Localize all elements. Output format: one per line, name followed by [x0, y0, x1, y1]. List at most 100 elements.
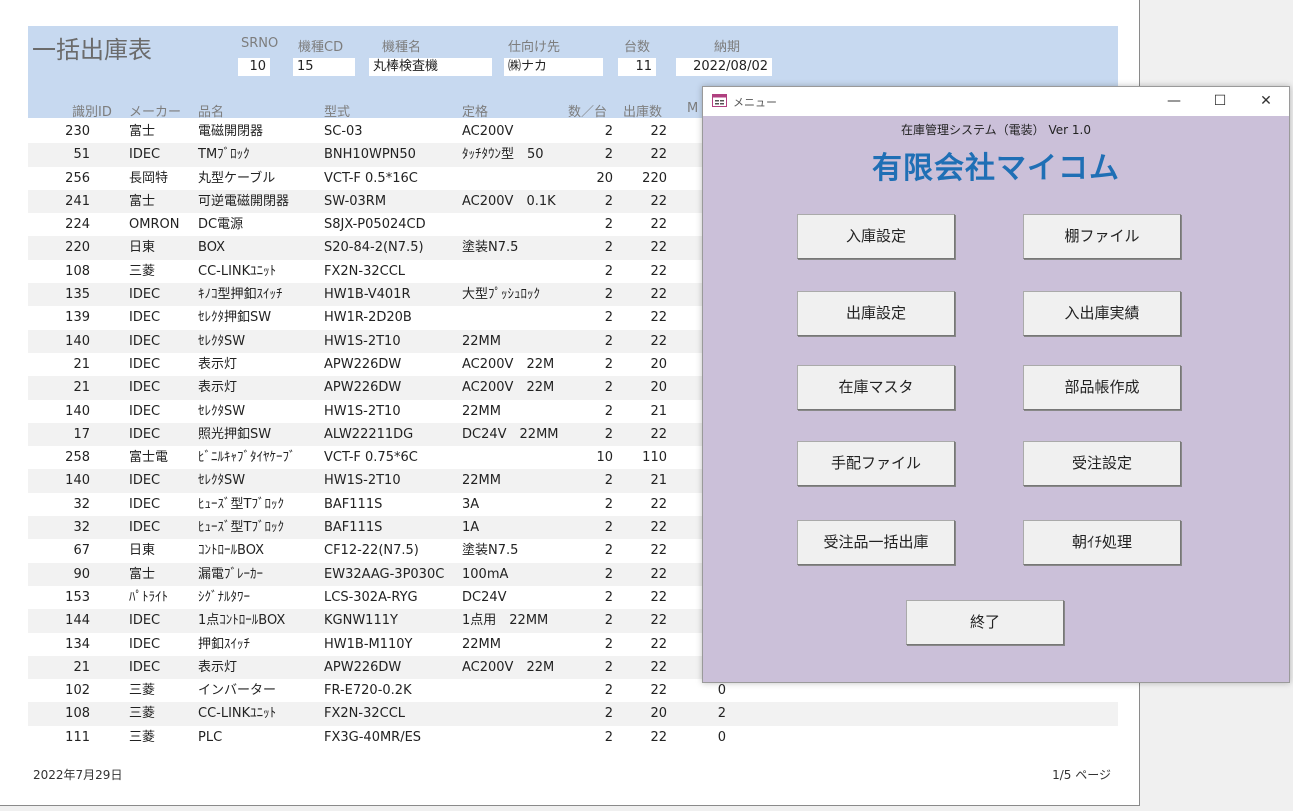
cell-id: 230 [65, 124, 90, 139]
menu-subtitle: 在庫管理システム（電装） Ver 1.0 [901, 123, 1091, 137]
cell-out-qty: 21 [650, 403, 667, 419]
cell-part: 表示灯 [198, 380, 238, 396]
cell-out-qty: 22 [650, 147, 667, 163]
cell-model: S8JX-P05024CD [324, 217, 426, 233]
model-cd-label: 機種CD [298, 40, 344, 55]
cell-maker: 長岡特 [129, 170, 169, 186]
col-head-id: 識別ID [72, 105, 112, 120]
cell-rating: 塗装N7.5 [462, 240, 519, 256]
cell-rating: 1点用 22MM [462, 613, 549, 629]
cell-id: 21 [73, 659, 90, 675]
exit-button[interactable]: 終了 [906, 600, 1064, 645]
cell-qty-per: 10 [596, 450, 613, 466]
cell-model: LCS-302A-RYG [324, 589, 418, 605]
cell-model: SW-03RM [324, 193, 387, 209]
bulk-ship-button[interactable]: 受注品一括出庫 [797, 520, 955, 565]
cell-out-qty: 110 [642, 450, 667, 466]
cell-part: ｷﾉｺ型押釦ｽｲｯﾁ [198, 287, 283, 303]
cell-maker: IDEC [129, 613, 161, 629]
cell-model: VCT-F 0.5*16C [324, 170, 418, 186]
minimize-icon[interactable]: — [1151, 87, 1197, 116]
cell-id: 90 [73, 566, 90, 582]
units-value: 11 [618, 58, 656, 76]
cell-m: 0 [717, 729, 726, 745]
cell-out-qty: 22 [650, 613, 667, 629]
cell-id: 102 [65, 683, 90, 699]
io-results-button[interactable]: 入出庫実績 [1023, 291, 1181, 336]
cell-maker: IDEC [129, 426, 161, 442]
cell-maker: IDEC [129, 333, 161, 349]
cell-rating: 22MM [462, 333, 501, 349]
cell-part: ﾋﾞﾆﾙｷｬﾌﾞﾀｲﾔｹｰﾌﾞ [198, 450, 296, 466]
stock-master-button[interactable]: 在庫マスタ [797, 365, 955, 410]
cell-id: 32 [73, 496, 90, 512]
company-name: 有限会社マイコム [872, 151, 1120, 186]
cell-out-qty: 22 [650, 217, 667, 233]
order-settings-button[interactable]: 受注設定 [1023, 441, 1181, 486]
cell-part: BOX [198, 240, 225, 256]
cell-qty-per: 2 [604, 403, 613, 419]
order-file-button[interactable]: 手配ファイル [797, 441, 955, 486]
parts-book-button[interactable]: 部品帳作成 [1023, 365, 1181, 410]
cell-model: APW226DW [324, 356, 402, 372]
cell-id: 108 [65, 706, 90, 722]
cell-part: インバーター [198, 683, 277, 699]
cell-model: FX3G-40MR/ES [324, 729, 422, 745]
cell-qty-per: 2 [604, 589, 613, 605]
receiving-settings-button[interactable]: 入庫設定 [797, 214, 955, 259]
cell-qty-per: 2 [604, 147, 613, 163]
close-icon[interactable]: ✕ [1243, 87, 1289, 116]
cell-model: APW226DW [324, 380, 402, 396]
cell-model: BAF111S [324, 520, 383, 536]
cell-out-qty: 22 [650, 263, 667, 279]
maximize-icon[interactable]: ☐ [1197, 87, 1243, 116]
shelf-file-button[interactable]: 棚ファイル [1023, 214, 1181, 259]
cell-id: 241 [65, 193, 90, 209]
col-head-out-qty: 出庫数 [623, 105, 663, 120]
cell-id: 111 [65, 729, 90, 745]
cell-qty-per: 2 [604, 193, 613, 209]
cell-out-qty: 22 [650, 426, 667, 442]
cell-part: CC-LINKﾕﾆｯﾄ [198, 706, 277, 722]
cell-qty-per: 2 [604, 287, 613, 303]
cell-out-qty: 220 [642, 170, 667, 186]
cell-maker: 三菱 [129, 706, 156, 722]
cell-maker: ﾊﾟﾄﾗｲﾄ [129, 589, 168, 605]
cell-model: S20-84-2(N7.5) [324, 240, 424, 256]
cell-part: 押釦ｽｲｯﾁ [198, 636, 251, 652]
cell-model: HW1B-V401R [324, 287, 411, 303]
cell-qty-per: 2 [604, 356, 613, 372]
cell-model: SC-03 [324, 124, 363, 139]
cell-model: HW1S-2T10 [324, 403, 401, 419]
cell-id: 144 [65, 613, 90, 629]
cell-qty-per: 2 [604, 380, 613, 396]
cell-out-qty: 22 [650, 566, 667, 582]
form-icon [712, 94, 727, 107]
cell-qty-per: 2 [604, 706, 613, 722]
cell-part: TMﾌﾞﾛｯｸ [198, 147, 250, 163]
cell-out-qty: 22 [650, 589, 667, 605]
cell-rating: AC200V [462, 124, 514, 139]
cell-id: 21 [73, 380, 90, 396]
footer-page: 1/5 ページ [1052, 768, 1111, 782]
cell-part: 表示灯 [198, 659, 238, 675]
col-head-maker: メーカー [129, 105, 182, 120]
morning-process-button[interactable]: 朝ｲﾁ処理 [1023, 520, 1181, 565]
units-label: 台数 [624, 40, 651, 55]
due-label: 納期 [714, 40, 741, 55]
menu-titlebar[interactable]: メニュー — ☐ ✕ [703, 87, 1289, 116]
shipping-settings-button[interactable]: 出庫設定 [797, 291, 955, 336]
cell-qty-per: 2 [604, 683, 613, 699]
cell-maker: 日東 [129, 240, 156, 256]
cell-out-qty: 22 [650, 193, 667, 209]
cell-part: 表示灯 [198, 356, 238, 372]
footer-date: 2022年7月29日 [33, 768, 123, 782]
cell-part: ｺﾝﾄﾛｰﾙBOX [198, 543, 264, 559]
cell-out-qty: 20 [650, 356, 667, 372]
model-name-value: 丸棒検査機 [369, 58, 492, 76]
cell-maker: IDEC [129, 356, 161, 372]
cell-out-qty: 22 [650, 636, 667, 652]
cell-qty-per: 2 [604, 333, 613, 349]
cell-maker: 富士 [129, 124, 156, 139]
cell-out-qty: 22 [650, 240, 667, 256]
